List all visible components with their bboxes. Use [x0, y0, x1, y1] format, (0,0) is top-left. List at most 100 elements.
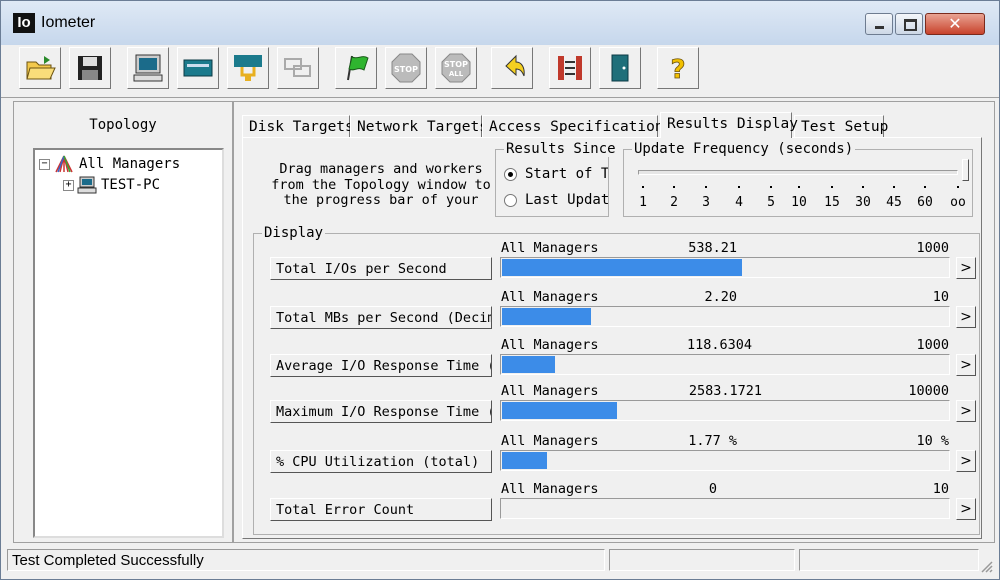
row-arrow-button[interactable]: > [956, 498, 976, 520]
minimize-button[interactable] [865, 13, 893, 35]
stop-all-button[interactable]: STOP ALL [435, 47, 477, 89]
duplicate-icon [284, 58, 311, 77]
update-frequency-group: Update Frequency (seconds) 1 2 3 4 5 10 … [623, 141, 973, 217]
tab-test-setup[interactable]: Test Setup [794, 115, 888, 137]
floppy-disk-icon [78, 56, 102, 80]
row-arrow-button[interactable]: > [956, 354, 976, 376]
row-arrow-button[interactable]: > [956, 400, 976, 422]
progress-bar-fill [502, 308, 591, 325]
stop-button[interactable]: STOP [385, 47, 427, 89]
progress-bar[interactable] [500, 354, 950, 375]
tick-label: oo [950, 195, 966, 210]
stop-all-icon: STOPALL [441, 53, 471, 83]
row-max: 10 [932, 481, 949, 497]
row-max: 1000 [916, 240, 949, 256]
tick-label: 60 [917, 195, 933, 210]
row-value: 538.21 [688, 240, 737, 256]
tick-label: 10 [791, 195, 807, 210]
svg-text:STOP: STOP [394, 65, 418, 74]
title-bar[interactable]: Io Iometer ✕ [1, 1, 999, 45]
tick-label: 45 [886, 195, 902, 210]
update-frequency-caption: Update Frequency (seconds) [632, 141, 856, 157]
tree-item-label: All Managers [79, 156, 181, 172]
start-network-worker-button[interactable] [177, 47, 219, 89]
tree-item-label: TEST-PC [101, 177, 161, 193]
metric-select-button[interactable]: Total MBs per Second (Decimal) [270, 306, 492, 329]
row-max: 10 [932, 289, 949, 305]
radio-label: Last Update [525, 192, 608, 208]
exit-button[interactable] [599, 47, 641, 89]
save-config-button[interactable] [69, 47, 111, 89]
start-disk-worker-button[interactable] [127, 47, 169, 89]
progress-bar[interactable] [500, 400, 950, 421]
tab-disk-targets[interactable]: Disk Targets [242, 115, 354, 137]
help-button[interactable]: ? [657, 47, 699, 89]
slider-tick [862, 186, 864, 188]
row-arrow-button[interactable]: > [956, 450, 976, 472]
topology-title: Topology [89, 117, 157, 133]
topology-tree[interactable]: − All Managers + TEST-PC [33, 148, 224, 538]
update-frequency-slider[interactable] [638, 170, 958, 175]
folder-open-icon [26, 56, 56, 80]
topology-panel: Topology − All Managers + TEST-PC [13, 101, 233, 543]
svg-text:ALL: ALL [449, 70, 464, 78]
radio-last-update[interactable]: Last Update [504, 192, 608, 208]
open-config-button[interactable] [19, 47, 61, 89]
close-icon: ✕ [948, 14, 962, 33]
new-manager-button[interactable] [227, 47, 269, 89]
exit-door-icon [611, 54, 629, 82]
row-arrow-button[interactable]: > [956, 257, 976, 279]
all-managers-icon [55, 155, 73, 173]
row-manager: All Managers [501, 383, 599, 399]
progress-bar[interactable] [500, 257, 950, 278]
svg-text:?: ? [670, 55, 685, 84]
drag-help-text: Drag managers and workers from the Topol… [271, 162, 491, 210]
radio-selected-icon [504, 167, 517, 181]
progress-bar-fill [502, 356, 555, 373]
display-group: Display All Managers 538.21 1000 Total I… [253, 225, 980, 535]
metric-select-button[interactable]: % CPU Utilization (total) [270, 450, 492, 473]
metric-select-button[interactable]: Total I/Os per Second [270, 257, 492, 280]
collapse-icon[interactable]: − [39, 159, 50, 170]
radio-start-of-test[interactable]: Start of Test [504, 166, 608, 182]
row-value: 1.77 % [688, 433, 737, 449]
green-flag-icon [347, 55, 369, 81]
metric-select-button[interactable]: Average I/O Response Time (ms) [270, 354, 492, 377]
row-value: 0 [708, 481, 717, 497]
metric-select-button[interactable]: Maximum I/O Response Time (ms) [270, 400, 492, 423]
reset-workers-button[interactable] [491, 47, 533, 89]
manager-icon [234, 55, 262, 81]
row-max: 10 % [916, 433, 949, 449]
stop-icon: STOP [391, 53, 421, 83]
slider-thumb[interactable] [962, 159, 969, 181]
tick-label: 4 [735, 195, 743, 210]
tab-results-display[interactable]: Results Display [660, 112, 798, 138]
exit-managers-button[interactable] [549, 47, 591, 89]
expand-icon[interactable]: + [63, 180, 74, 191]
duplicate-worker-button[interactable] [277, 47, 319, 89]
tab-access-specifications[interactable]: Access Specifications [482, 115, 672, 137]
radio-label: Start of Test [525, 166, 608, 182]
window-title: Iometer [41, 14, 96, 31]
tick-label: 15 [824, 195, 840, 210]
resize-grip-icon[interactable] [979, 559, 993, 573]
progress-bar-fill [502, 452, 547, 469]
results-display-page: Drag managers and workers from the Topol… [242, 137, 982, 539]
progress-bar[interactable] [500, 498, 950, 519]
close-button[interactable]: ✕ [925, 13, 985, 35]
tab-network-targets[interactable]: Network Targets [350, 115, 488, 137]
reset-arrow-icon [505, 54, 525, 77]
progress-bar[interactable] [500, 306, 950, 327]
progress-bar-fill [502, 259, 742, 276]
status-pane-3 [799, 549, 979, 571]
row-arrow-button[interactable]: > [956, 306, 976, 328]
computer-icon [133, 54, 163, 82]
progress-bar[interactable] [500, 450, 950, 471]
metric-select-button[interactable]: Total Error Count [270, 498, 492, 521]
maximize-button[interactable] [895, 13, 923, 35]
tick-label: 2 [670, 195, 678, 210]
results-panel: Disk Targets Network Targets Access Spec… [233, 101, 995, 543]
start-tests-button[interactable] [335, 47, 377, 89]
results-since-caption: Results Since [504, 141, 618, 157]
row-max: 10000 [908, 383, 949, 399]
